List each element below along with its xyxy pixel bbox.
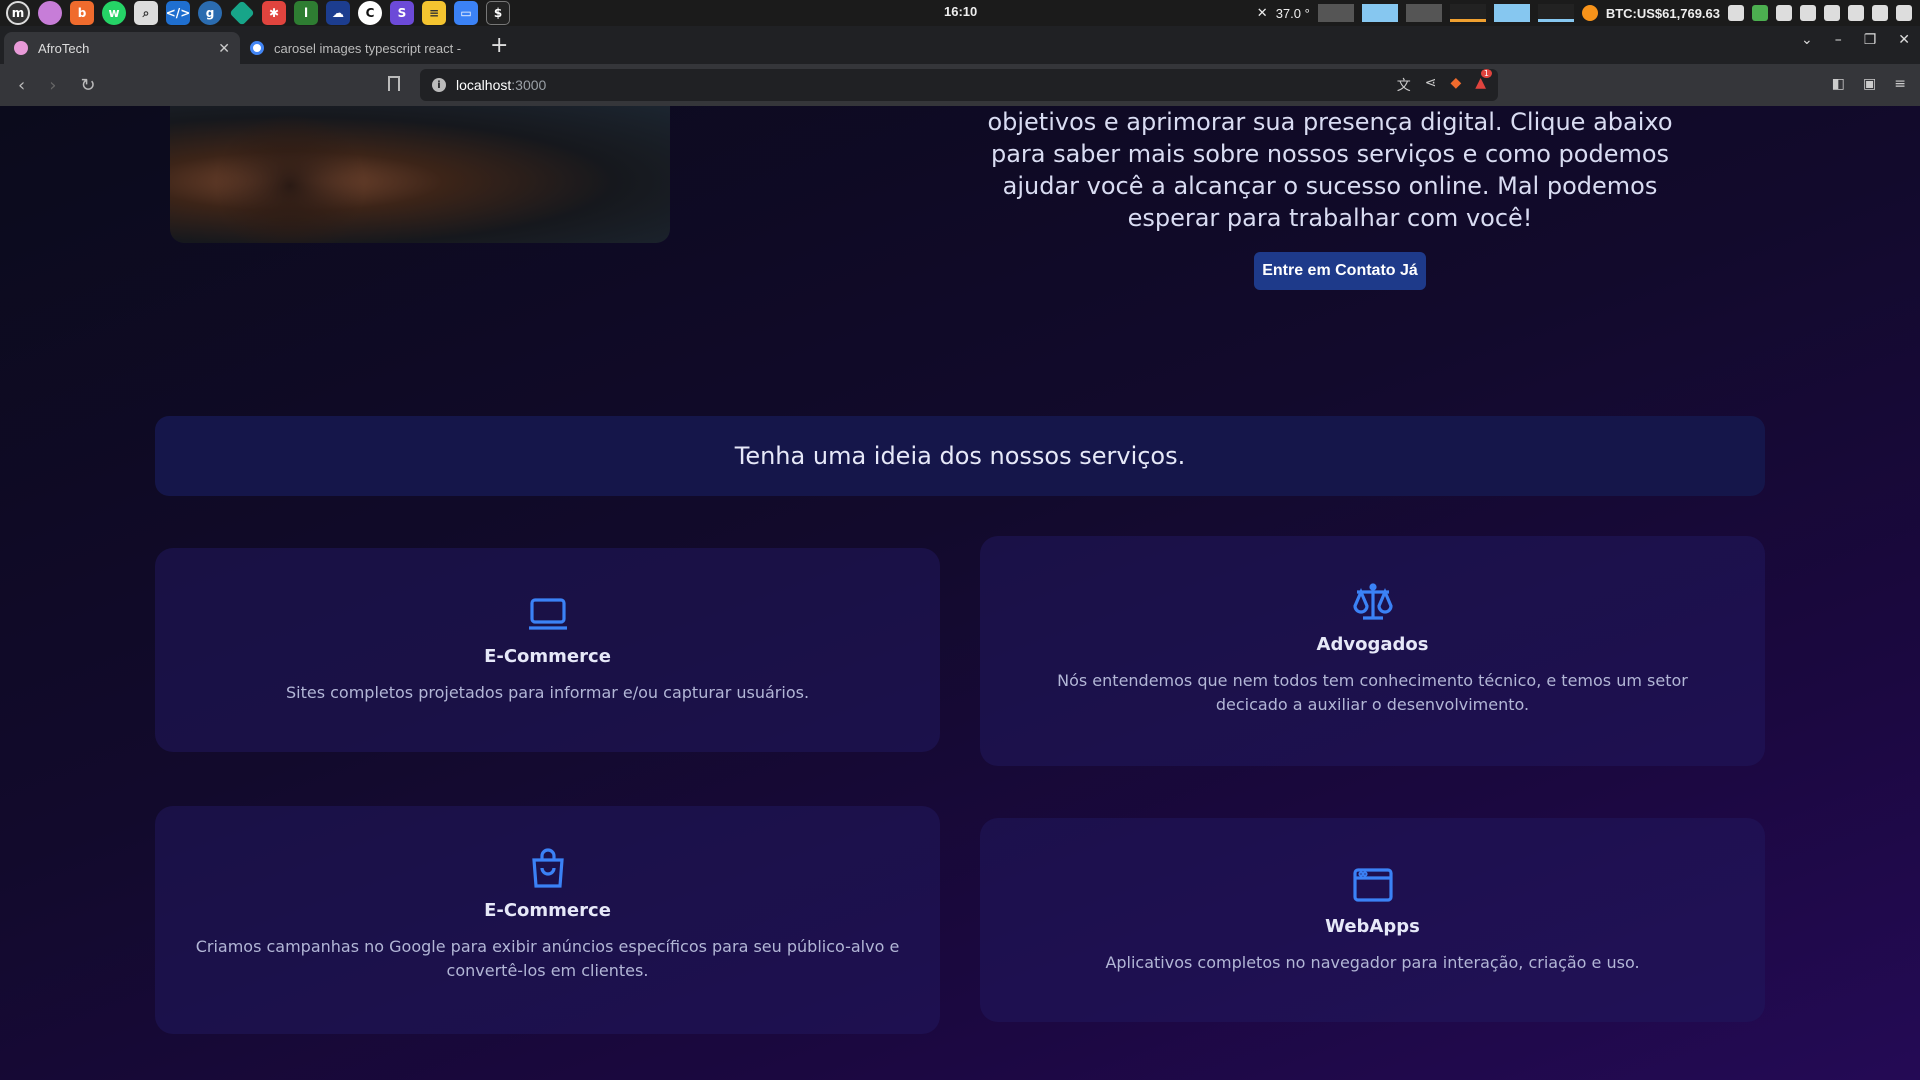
search-icon[interactable]: ⌕ — [134, 1, 158, 25]
tab-afrotech[interactable]: AfroTech ✕ — [4, 32, 240, 64]
btc-price[interactable]: BTC:US$61,769.63 — [1606, 6, 1720, 21]
memory-graph — [1361, 4, 1398, 22]
card-title: E-Commerce — [484, 646, 611, 667]
disk-graph — [1449, 4, 1486, 22]
card-description: Criamos campanhas no Google para exibir … — [195, 937, 900, 980]
power-icon[interactable] — [1896, 5, 1912, 21]
window-close-icon[interactable]: ✕ — [1898, 32, 1910, 48]
close-tab-icon[interactable]: ✕ — [218, 40, 230, 57]
new-tab-icon[interactable]: + — [490, 33, 508, 58]
navigation-buttons: ‹ › ↻ — [18, 75, 96, 96]
card-title: E-Commerce — [484, 900, 611, 921]
brave-rewards-icon[interactable]: ▲ 1 — [1475, 69, 1492, 95]
files-icon[interactable]: ▭ — [454, 1, 478, 25]
url-host: localhost — [456, 77, 512, 93]
hero-image — [170, 106, 670, 243]
browser-window-icon — [1352, 868, 1393, 902]
battery-icon[interactable] — [1752, 5, 1768, 21]
network-graph — [1493, 4, 1530, 22]
github-icon[interactable]: g — [198, 1, 222, 25]
minimize-icon[interactable]: – — [1835, 32, 1842, 48]
restore-icon[interactable]: ❐ — [1864, 32, 1877, 48]
laptop-icon — [528, 598, 567, 630]
volume-icon[interactable] — [1872, 5, 1888, 21]
share-icon[interactable]: ⋖ — [1425, 75, 1437, 95]
os-top-panel: m b w ⌕ </> g ✱ l ☁ C S ≡ ▭ $ 16:10 ✕ 37… — [0, 0, 1920, 26]
vscode-icon[interactable]: </> — [166, 1, 190, 25]
service-card-advogados: Advogados Nós entendemos que nem todos t… — [980, 536, 1765, 766]
google-favicon-icon — [250, 41, 264, 55]
bug-icon[interactable]: ✱ — [262, 1, 286, 25]
stack-icon[interactable]: ≡ — [422, 1, 446, 25]
card-title: WebApps — [1325, 916, 1420, 937]
bitcoin-icon — [1581, 5, 1598, 21]
clipboard-icon[interactable] — [1800, 5, 1816, 21]
swap-graph — [1405, 4, 1442, 22]
terminal-icon[interactable]: $ — [486, 1, 510, 25]
bluetooth-icon[interactable] — [1776, 5, 1792, 21]
s-icon[interactable]: S — [390, 1, 414, 25]
translate-icon[interactable]: 文 — [1397, 75, 1411, 95]
url-text[interactable]: localhost:3000 — [456, 77, 546, 93]
card-description: Aplicativos completos no navegador para … — [1105, 953, 1640, 972]
tab-google-search[interactable]: carosel images typescript react - — [240, 32, 480, 64]
brave-shields-icon[interactable]: ◆ — [1450, 75, 1461, 95]
intro-paragraph: objetivos e aprimorar sua presença digit… — [987, 108, 1673, 232]
mongodb-icon[interactable]: l — [294, 1, 318, 25]
url-port: :3000 — [511, 77, 547, 93]
menu-icon[interactable]: m — [6, 1, 30, 25]
notification-icon[interactable] — [1848, 5, 1864, 21]
tab-title: carosel images typescript react - — [274, 40, 462, 56]
rewards-badge: 1 — [1480, 69, 1492, 78]
launcher-bar: m b w ⌕ </> g ✱ l ☁ C S ≡ ▭ $ — [0, 0, 510, 26]
cloud-icon[interactable]: ☁ — [326, 1, 350, 25]
temperature: 37.0 ° — [1275, 5, 1310, 21]
window-controls: ⌄ – ❐ ✕ — [1801, 32, 1910, 48]
close-icon[interactable]: ✕ — [1257, 5, 1268, 21]
forward-icon[interactable]: › — [49, 75, 56, 96]
service-card-webapps: WebApps Aplicativos completos no navegad… — [980, 818, 1765, 1022]
clock[interactable]: 16:10 — [944, 4, 977, 19]
page-viewport: objetivos e aprimorar sua presença digit… — [0, 106, 1920, 1080]
menu-icon[interactable]: ≡ — [1894, 76, 1906, 92]
tab-title: AfroTech — [38, 40, 90, 56]
service-card-ecommerce: E-Commerce Sites completos projetados pa… — [155, 548, 940, 752]
sidebar-icon[interactable]: ◧ — [1832, 76, 1845, 92]
load-graph — [1537, 4, 1574, 22]
contact-button[interactable]: Entre em Contato Já — [1254, 252, 1426, 290]
qr-icon[interactable] — [1728, 5, 1744, 21]
wallet-icon[interactable]: ▣ — [1863, 76, 1876, 92]
app-icon[interactable] — [38, 1, 62, 25]
toolbar-right: ◧ ▣ ≡ — [1832, 76, 1906, 92]
browser-toolbar: ‹ › ↻ i localhost:3000 文 ⋖ ◆ ▲ 1 ◧ ▣ ≡ — [0, 64, 1920, 106]
address-bar-actions: 文 ⋖ ◆ ▲ 1 — [1397, 69, 1492, 95]
shield-icon[interactable] — [1824, 5, 1840, 21]
cpu-graph — [1317, 4, 1354, 22]
reload-icon[interactable]: ↻ — [80, 75, 95, 96]
card-description: Nós entendemos que nem todos tem conheci… — [1057, 671, 1688, 714]
card-description: Sites completos projetados para informar… — [285, 683, 810, 702]
site-info-icon[interactable]: i — [432, 78, 446, 92]
scale-icon — [1352, 583, 1393, 620]
whatsapp-icon[interactable]: w — [102, 1, 126, 25]
diamond-icon[interactable] — [229, 0, 255, 26]
tab-search-icon[interactable]: ⌄ — [1801, 32, 1813, 48]
address-bar[interactable]: i localhost:3000 文 ⋖ ◆ ▲ 1 — [420, 69, 1498, 101]
service-card-ecommerce-ads: E-Commerce Criamos campanhas no Google p… — [155, 806, 940, 1034]
bookmark-icon[interactable] — [388, 76, 400, 91]
back-icon[interactable]: ‹ — [18, 75, 25, 96]
c-icon[interactable]: C — [358, 1, 382, 25]
afrotech-favicon-icon — [14, 41, 28, 55]
brave-icon[interactable]: b — [70, 1, 94, 25]
shopping-bag-icon — [531, 848, 564, 888]
system-tray: ✕ 37.0 ° BTC:US$61,769.63 — [1257, 0, 1912, 26]
browser-tab-bar: AfroTech ✕ carosel images typescript rea… — [0, 26, 1920, 64]
services-banner: Tenha uma ideia dos nossos serviços. — [155, 416, 1765, 496]
card-title: Advogados — [1316, 634, 1429, 655]
